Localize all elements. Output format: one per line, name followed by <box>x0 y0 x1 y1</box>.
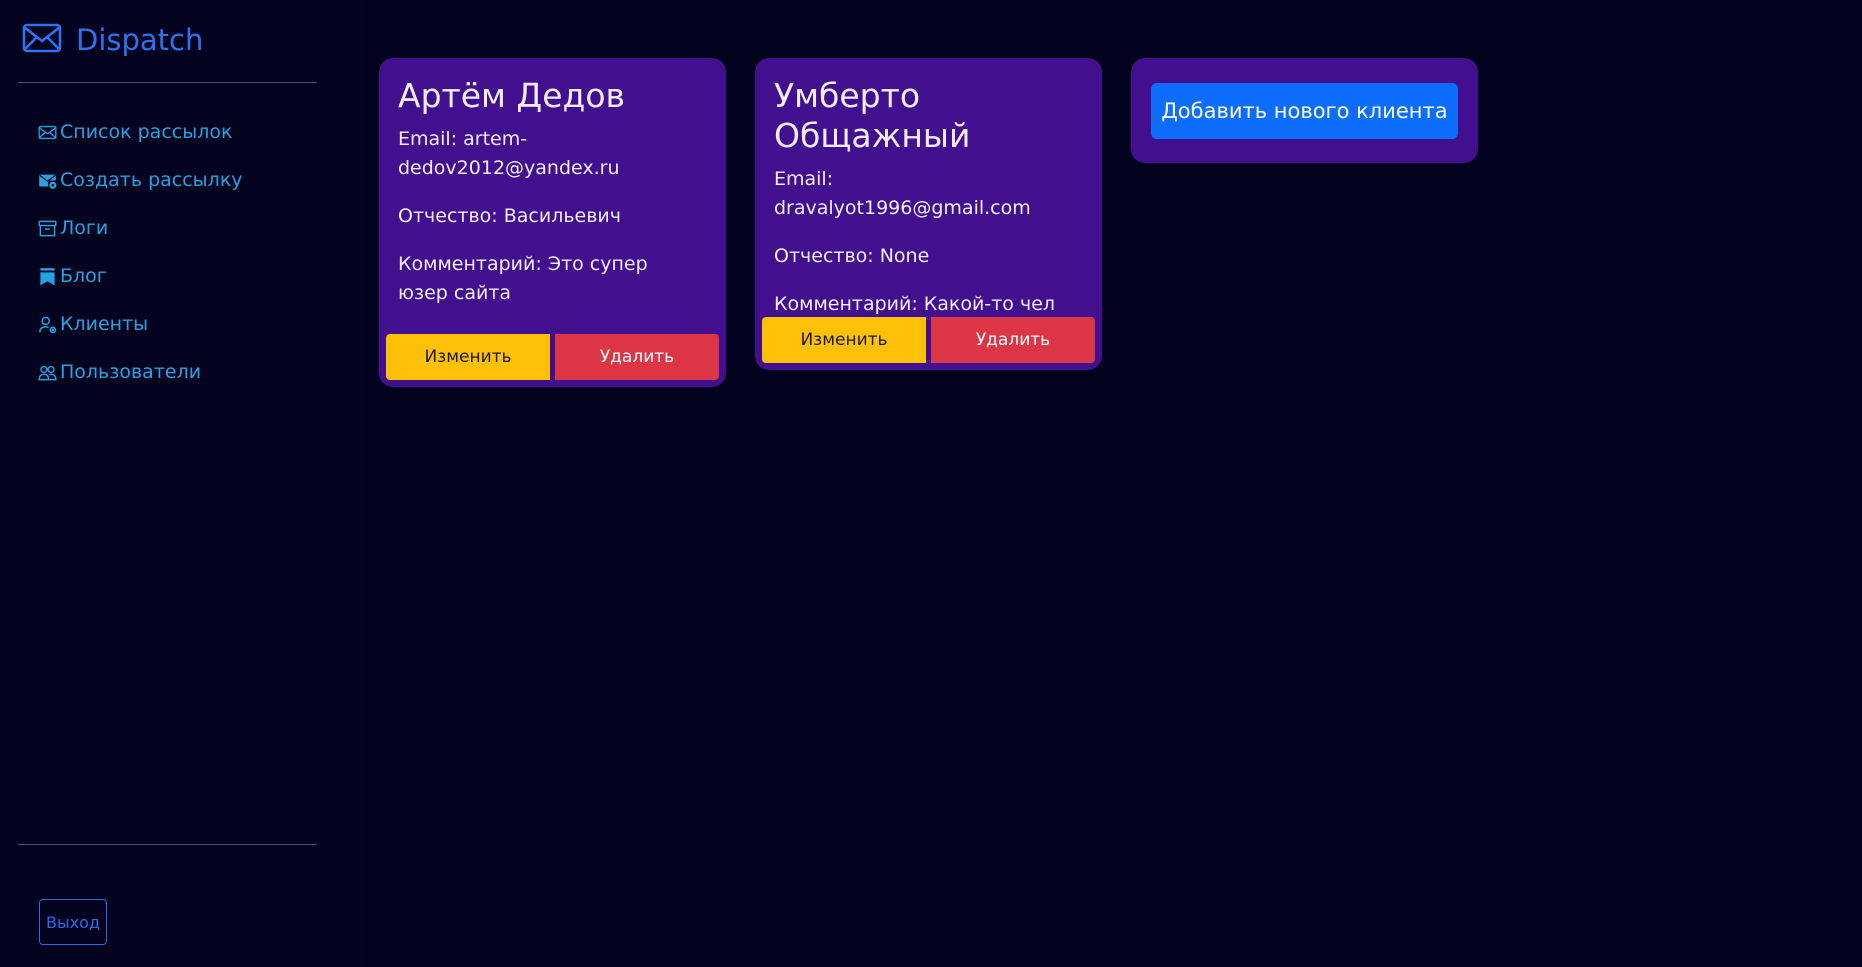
sidebar-item-clients[interactable]: Клиенты <box>38 300 243 348</box>
archive-icon <box>38 219 57 238</box>
sidebar-item-create-mailing[interactable]: Создать рассылку <box>38 156 243 204</box>
sidebar-item-label: Логи <box>60 217 109 239</box>
sidebar-item-users[interactable]: Пользователи <box>38 348 243 396</box>
sidebar: Dispatch Список рассылок Создать рассылк… <box>0 0 364 967</box>
sidebar-item-mailing-list[interactable]: Список рассылок <box>38 108 243 156</box>
envelope-icon <box>22 22 62 58</box>
client-email: Email: dravalyot1996@gmail.com <box>774 168 1031 219</box>
delete-client-button[interactable]: Удалить <box>931 317 1095 363</box>
sidebar-item-label: Список рассылок <box>60 121 233 143</box>
person-gear-icon <box>38 315 57 334</box>
sidebar-item-label: Пользователи <box>60 361 202 383</box>
client-comment: Комментарий: Это супер юзер сайта <box>398 253 648 304</box>
people-icon <box>38 363 57 382</box>
sidebar-item-label: Клиенты <box>60 313 149 335</box>
delete-client-button[interactable]: Удалить <box>555 334 719 380</box>
envelope-icon <box>38 123 57 142</box>
client-card: Умберто Общажный Email: dravalyot1996@gm… <box>755 58 1102 370</box>
sidebar-item-logs[interactable]: Логи <box>38 204 243 252</box>
brand-link[interactable]: Dispatch <box>22 22 203 58</box>
app-root: Dispatch Список рассылок Создать рассылк… <box>0 0 1862 967</box>
client-name: Артём Дедов <box>398 76 625 115</box>
client-card-actions: Изменить Удалить <box>762 317 1095 363</box>
sidebar-item-label: Создать рассылку <box>60 169 243 191</box>
client-patronymic: Отчество: Васильевич <box>398 205 621 227</box>
bookmarks-icon <box>38 267 57 286</box>
client-comment: Комментарий: Какой-то чел <box>774 293 1056 315</box>
sidebar-item-blog[interactable]: Блог <box>38 252 243 300</box>
sidebar-divider-bottom <box>18 844 317 845</box>
client-card-body: Артём Дедов Email: artem-dedov2012@yande… <box>379 58 726 308</box>
sidebar-divider-top <box>18 82 317 83</box>
edit-client-button[interactable]: Изменить <box>386 334 550 380</box>
client-card: Артём Дедов Email: artem-dedov2012@yande… <box>379 58 726 387</box>
brand-name: Dispatch <box>76 23 204 57</box>
sidebar-item-label: Блог <box>60 265 107 287</box>
edit-client-button[interactable]: Изменить <box>762 317 926 363</box>
envelope-gear-icon <box>38 171 57 190</box>
add-client-button[interactable]: Добавить нового клиента <box>1151 83 1458 139</box>
logout-button[interactable]: Выход <box>39 899 107 945</box>
sidebar-nav: Список рассылок Создать рассылку Логи Бл… <box>38 108 243 396</box>
client-card-actions: Изменить Удалить <box>386 334 719 380</box>
client-name: Умберто Общажный <box>774 76 971 155</box>
client-email: Email: artem-dedov2012@yandex.ru <box>398 128 620 179</box>
add-client-card: Добавить нового клиента <box>1131 58 1478 163</box>
client-patronymic: Отчество: None <box>774 245 930 267</box>
client-card-body: Умберто Общажный Email: dravalyot1996@gm… <box>755 58 1102 319</box>
